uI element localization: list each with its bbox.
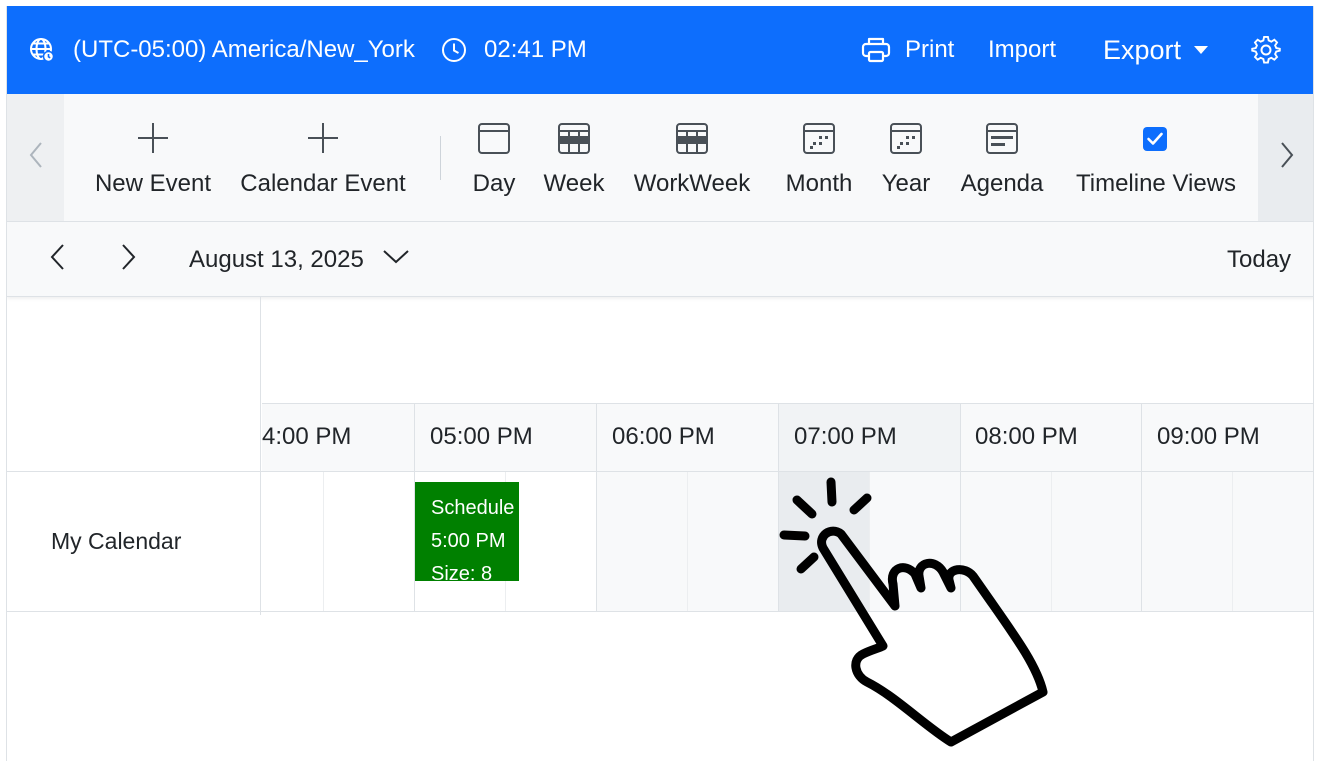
grid-line xyxy=(323,472,324,611)
today-label: Today xyxy=(1227,245,1292,273)
import-button[interactable]: Import xyxy=(988,6,1056,94)
new-event-label: New Event xyxy=(94,170,212,197)
grid-line xyxy=(7,611,1313,612)
plus-icon xyxy=(137,120,169,156)
toolbar-scroll-left[interactable] xyxy=(7,94,64,221)
new-event-button[interactable]: New Event xyxy=(89,94,217,221)
toolbar-scroll-right[interactable] xyxy=(1258,94,1313,221)
resource-label: My Calendar xyxy=(51,527,182,554)
toolbar: New Event Calendar Event Day Week WorkWe… xyxy=(7,94,1313,222)
calendar-day-icon xyxy=(477,120,511,156)
export-label: Export xyxy=(1103,34,1182,65)
view-workweek-button[interactable]: WorkWeek xyxy=(629,94,755,221)
view-week-label: Week xyxy=(543,170,605,197)
print-button[interactable]: Print xyxy=(861,6,954,94)
time-slot-label: 4:00 PM xyxy=(262,423,352,450)
timezone-label[interactable]: (UTC-05:00) America/New_York xyxy=(73,6,415,94)
view-day-label: Day xyxy=(472,170,516,197)
timeline-checkbox[interactable] xyxy=(1142,120,1170,156)
event-title: Schedule xyxy=(431,497,515,519)
calendar-year-icon xyxy=(889,120,923,156)
chevron-left-icon xyxy=(49,243,65,276)
calendar-event-button[interactable]: Calendar Event xyxy=(235,94,411,221)
previous-date-button[interactable] xyxy=(49,222,65,297)
next-date-button[interactable] xyxy=(121,222,137,297)
export-dropdown[interactable]: Export xyxy=(1103,6,1209,94)
time-slot-label: 08:00 PM xyxy=(975,423,1078,450)
view-workweek-label: WorkWeek xyxy=(633,170,751,197)
event-size: Size: 8 xyxy=(431,563,493,581)
view-month-button[interactable]: Month xyxy=(777,94,861,221)
chevron-down-icon xyxy=(382,249,410,270)
view-month-label: Month xyxy=(785,170,853,197)
event-appointment[interactable]: Schedule 5:00 PM Size: 8 xyxy=(415,482,519,581)
toolbar-separator xyxy=(440,136,441,180)
grid-line xyxy=(7,471,1313,472)
calendar-event-label: Calendar Event xyxy=(240,170,406,197)
printer-icon xyxy=(861,36,891,64)
grid-line xyxy=(687,472,688,611)
pointing-hand-icon xyxy=(775,476,1065,761)
current-time: 02:41 PM xyxy=(484,36,587,63)
event-time: 5:00 PM xyxy=(431,530,506,552)
print-label: Print xyxy=(905,36,955,63)
scheduler-header-bar: (UTC-05:00) America/New_York 02:41 PM Pr… xyxy=(7,6,1313,94)
chevron-right-icon xyxy=(1280,141,1294,174)
calendar-agenda-icon xyxy=(985,120,1019,156)
globe-icon xyxy=(29,6,55,94)
grid-line xyxy=(596,403,597,611)
calendar-month-icon xyxy=(802,120,836,156)
view-timeline-button[interactable]: Timeline Views xyxy=(1069,94,1243,221)
time-slot-label: 09:00 PM xyxy=(1157,423,1260,450)
time-slot-label: 06:00 PM xyxy=(612,423,715,450)
view-year-label: Year xyxy=(881,170,931,197)
chevron-right-icon xyxy=(121,243,137,276)
view-day-button[interactable]: Day xyxy=(467,94,521,221)
scheduler: (UTC-05:00) America/New_York 02:41 PM Pr… xyxy=(6,6,1314,761)
grid-line xyxy=(1232,472,1233,611)
calendar-week-icon xyxy=(557,120,591,156)
time-slot-label: 07:00 PM xyxy=(794,423,897,450)
date-navigation-bar: August 13, 2025 Today xyxy=(7,222,1313,297)
calendar-workweek-icon xyxy=(675,120,709,156)
current-date: August 13, 2025 xyxy=(189,245,364,273)
plus-icon xyxy=(307,120,339,156)
gear-icon[interactable] xyxy=(1251,6,1281,94)
view-agenda-label: Agenda xyxy=(960,170,1044,197)
clock-icon xyxy=(441,6,467,94)
view-timeline-label: Timeline Views xyxy=(1075,170,1237,197)
today-button[interactable]: Today xyxy=(1227,222,1291,297)
chevron-down-icon xyxy=(1193,45,1209,55)
time-slot-label: 05:00 PM xyxy=(430,423,533,450)
chevron-left-icon xyxy=(29,141,43,174)
view-week-button[interactable]: Week xyxy=(538,94,610,221)
view-year-button[interactable]: Year xyxy=(879,94,933,221)
grid-line xyxy=(1141,403,1142,611)
view-agenda-button[interactable]: Agenda xyxy=(955,94,1049,221)
date-range-picker[interactable]: August 13, 2025 xyxy=(189,222,410,297)
timeline-grid: 4:00 PM 05:00 PM 06:00 PM 07:00 PM 08:00… xyxy=(7,297,1313,761)
